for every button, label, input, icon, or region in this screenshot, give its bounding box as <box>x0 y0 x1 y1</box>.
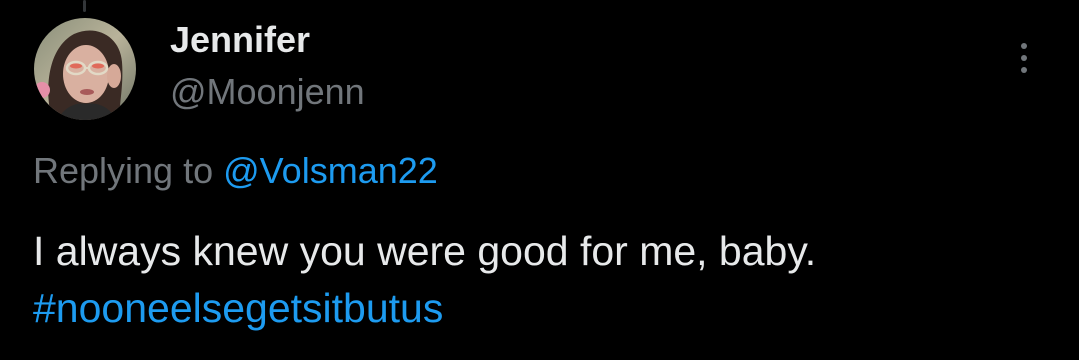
tweet-body: I always knew you were good for me, baby… <box>33 228 817 274</box>
author-handle[interactable]: @Moonjenn <box>170 70 365 114</box>
avatar-photo <box>34 18 136 120</box>
author-display-name[interactable]: Jennifer <box>170 18 310 62</box>
more-vertical-icon-dot-3 <box>1021 67 1027 73</box>
reply-context-prefix: Replying to <box>33 150 224 191</box>
avatar[interactable] <box>34 18 136 120</box>
reply-context: Replying to @Volsman22 <box>33 149 438 193</box>
thread-connector-line <box>83 0 86 12</box>
tweet-hashtag-link[interactable]: #nooneelsegetsitbutus <box>33 280 816 337</box>
more-vertical-icon-dot-2 <box>1021 55 1027 61</box>
more-vertical-icon <box>1021 43 1027 49</box>
tweet-text: I always knew you were good for me, baby… <box>33 223 816 337</box>
more-options-button[interactable] <box>1006 36 1042 80</box>
reply-mention-link[interactable]: @Volsman22 <box>223 150 438 191</box>
